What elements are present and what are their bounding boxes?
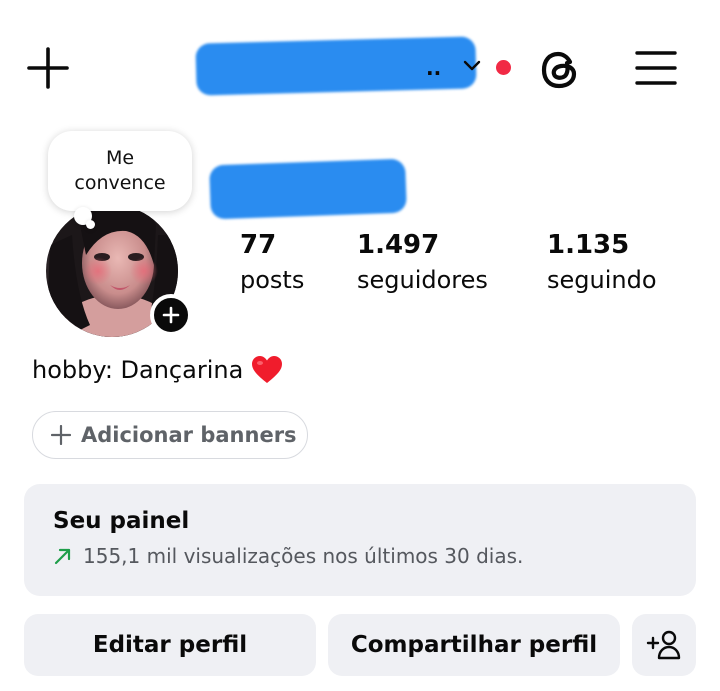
threads-icon [541, 51, 577, 89]
edit-profile-label: Editar perfil [92, 632, 248, 658]
posts-count: 77 [240, 230, 277, 260]
edit-profile-button[interactable]: Editar perfil [24, 614, 316, 676]
note-tail-small [86, 220, 95, 229]
share-profile-label: Compartilhar perfil [350, 632, 598, 658]
plus-icon [162, 306, 180, 324]
plus-icon [27, 47, 69, 89]
discover-people-button[interactable] [632, 614, 696, 676]
add-story-button[interactable] [150, 294, 192, 336]
chevron-down-icon [463, 60, 481, 71]
dashboard-title: Seu painel [53, 508, 190, 534]
red-heart-icon [252, 356, 283, 383]
posts-label: posts [240, 266, 305, 294]
account-switcher[interactable]: .. [195, 36, 516, 98]
threads-button[interactable] [534, 44, 586, 96]
stat-following[interactable]: 1.135 seguindo [547, 228, 657, 298]
bio-text: hobby: Dançarina [32, 356, 244, 384]
notification-dot [496, 60, 511, 75]
menu-button[interactable] [630, 44, 682, 92]
following-count: 1.135 [547, 230, 630, 260]
share-profile-button[interactable]: Compartilhar perfil [328, 614, 620, 676]
add-banners-label: Adicionar banners [81, 423, 297, 447]
display-name [209, 158, 410, 220]
create-plus-button[interactable] [24, 44, 72, 92]
professional-dashboard-card[interactable]: Seu painel 155,1 mil visualizações nos ú… [24, 484, 696, 596]
hamburger-menu-icon [635, 51, 677, 85]
redaction-mark [209, 158, 407, 220]
bio: hobby: Dançarina [32, 352, 283, 388]
followers-label: seguidores [357, 266, 488, 294]
stat-followers[interactable]: 1.497 seguidores [357, 228, 488, 298]
add-user-icon [646, 630, 681, 660]
stat-posts[interactable]: 77 posts [240, 228, 304, 298]
username-suffix: .. [426, 56, 442, 80]
dashboard-views-text: 155,1 mil visualizações nos últimos 30 d… [83, 544, 524, 568]
dashboard-subtitle: 155,1 mil visualizações nos últimos 30 d… [53, 544, 523, 568]
trend-up-icon [54, 548, 71, 565]
following-label: seguindo [547, 266, 657, 294]
followers-count: 1.497 [357, 230, 440, 260]
plus-icon [51, 425, 71, 445]
add-banners-button[interactable]: Adicionar banners [32, 411, 308, 459]
profile-note[interactable]: Me convence [48, 131, 192, 211]
note-text: Me convence [74, 147, 166, 194]
